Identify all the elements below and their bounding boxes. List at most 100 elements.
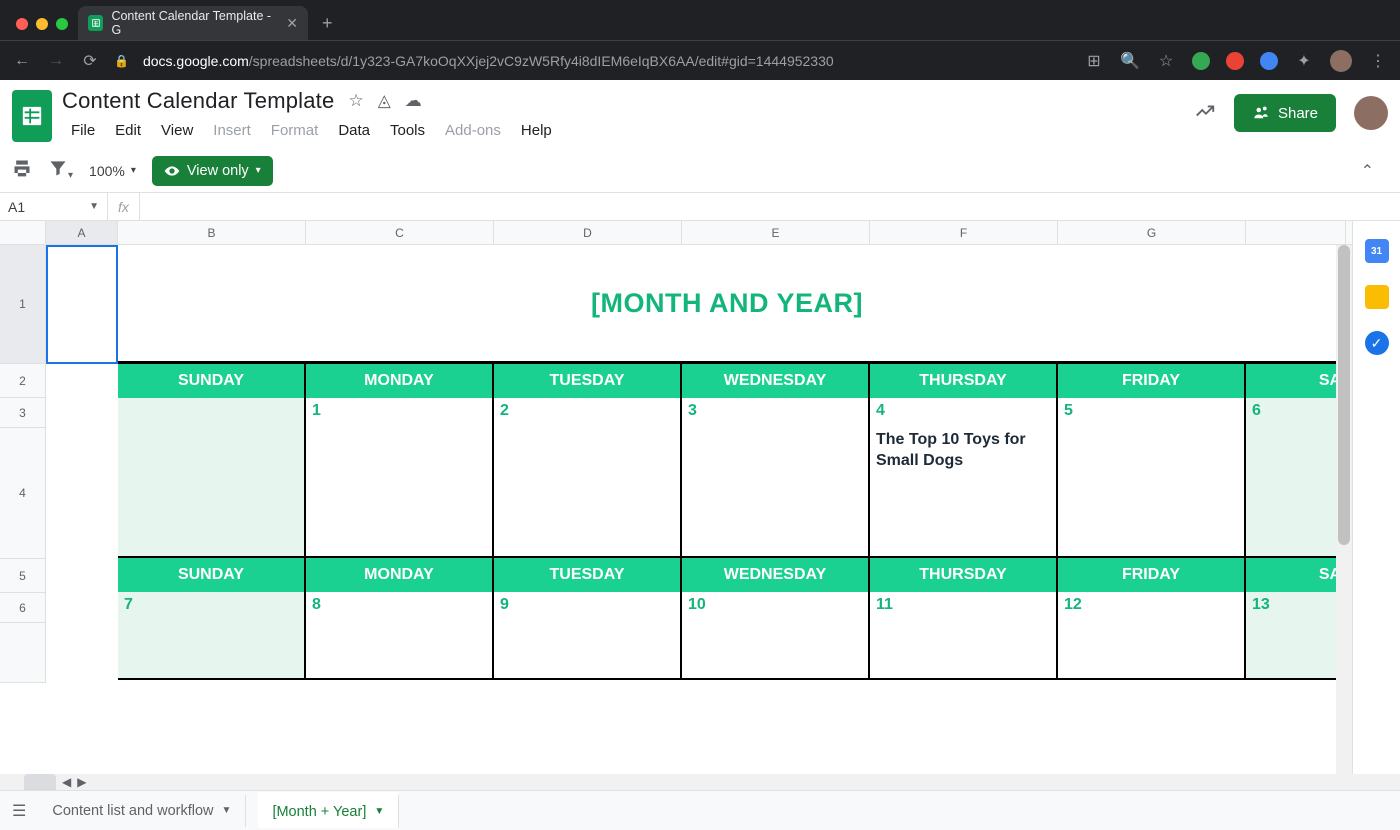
column-header[interactable]: D (494, 221, 682, 244)
date-content (306, 428, 492, 556)
calendar-date-cell[interactable]: 11 (870, 592, 1058, 680)
date-content (682, 428, 868, 556)
date-number: 9 (494, 592, 680, 622)
calendar-date-cell[interactable]: 2 (494, 398, 682, 558)
reload-icon[interactable]: ⟳ (80, 51, 100, 71)
date-content (682, 622, 868, 678)
row-header[interactable]: 1 (0, 245, 46, 364)
day-header[interactable]: WEDNESDAY (682, 364, 870, 398)
collapse-toolbar-icon[interactable]: ⌃ (1361, 161, 1374, 181)
menu-data[interactable]: Data (329, 118, 379, 143)
row-header[interactable]: 5 (0, 559, 46, 593)
view-only-button[interactable]: View only ▾ (152, 156, 273, 186)
zoom-icon[interactable]: 🔍 (1120, 51, 1140, 71)
row-header[interactable]: 4 (0, 428, 46, 559)
name-box[interactable]: A1 ▼ (0, 193, 108, 220)
account-avatar-icon[interactable] (1354, 96, 1388, 130)
menu-view[interactable]: View (152, 118, 202, 143)
sheet-tab-active[interactable]: [Month + Year] ▼ (258, 794, 399, 828)
calendar-date-cell[interactable]: 3 (682, 398, 870, 558)
calendar-date-cell[interactable]: 1 (306, 398, 494, 558)
extension-icon[interactable] (1226, 52, 1244, 70)
column-header[interactable]: B (118, 221, 306, 244)
calendar-date-cell[interactable]: 8 (306, 592, 494, 680)
forward-icon[interactable]: → (46, 52, 66, 70)
profile-avatar-icon[interactable] (1330, 50, 1352, 72)
extension-icon[interactable] (1260, 52, 1278, 70)
tab-close-icon[interactable]: ✕ (286, 15, 298, 32)
activity-icon[interactable] (1194, 100, 1216, 127)
browser-tab[interactable]: Content Calendar Template - G ✕ (78, 6, 308, 40)
day-header[interactable]: FRIDAY (1058, 558, 1246, 592)
day-header[interactable]: THURSDAY (870, 364, 1058, 398)
close-window-icon[interactable] (16, 18, 28, 30)
extensions-puzzle-icon[interactable]: ✦ (1294, 51, 1314, 71)
column-header[interactable]: A (46, 221, 118, 244)
sheets-logo-icon[interactable] (12, 90, 52, 142)
document-title[interactable]: Content Calendar Template (62, 88, 334, 114)
day-header[interactable]: SUNDAY (118, 364, 306, 398)
calendar-date-cell[interactable]: 5 (1058, 398, 1246, 558)
day-header[interactable]: TUESDAY (494, 558, 682, 592)
keep-app-icon[interactable] (1365, 285, 1389, 309)
menu-edit[interactable]: Edit (106, 118, 150, 143)
column-header[interactable]: E (682, 221, 870, 244)
calendar-date-cell[interactable] (118, 398, 306, 558)
day-header[interactable]: MONDAY (306, 558, 494, 592)
window-controls[interactable] (10, 18, 78, 40)
minimize-window-icon[interactable] (36, 18, 48, 30)
day-header[interactable]: WEDNESDAY (682, 558, 870, 592)
print-icon[interactable] (12, 158, 32, 183)
calendar-date-cell[interactable]: 7 (118, 592, 306, 680)
day-header[interactable]: FRIDAY (1058, 364, 1246, 398)
all-sheets-icon[interactable]: ☰ (12, 801, 26, 821)
back-icon[interactable]: ← (12, 52, 32, 70)
column-header[interactable] (1246, 221, 1346, 244)
address-bar[interactable]: docs.google.com/spreadsheets/d/1y323-GA7… (143, 53, 834, 69)
row-header[interactable]: 6 (0, 593, 46, 623)
maximize-window-icon[interactable] (56, 18, 68, 30)
calendar-date-cell[interactable]: 10 (682, 592, 870, 680)
menu-file[interactable]: File (62, 118, 104, 143)
chevron-down-icon: ▼ (222, 805, 232, 816)
column-header[interactable]: C (306, 221, 494, 244)
filter-icon[interactable]: ▾ (48, 158, 73, 183)
day-header[interactable]: MONDAY (306, 364, 494, 398)
sheet-tab[interactable]: Content list and workflow ▼ (38, 795, 246, 827)
calendar-app-icon[interactable]: 31 (1365, 239, 1389, 263)
column-header[interactable]: F (870, 221, 1058, 244)
explore-button[interactable] (24, 774, 56, 790)
browser-chrome: Content Calendar Template - G ✕ + ← → ⟳ … (0, 0, 1400, 80)
menu-help[interactable]: Help (512, 118, 561, 143)
calendar-date-cell[interactable]: 4The Top 10 Toys for Small Dogs (870, 398, 1058, 558)
share-button[interactable]: Share (1234, 94, 1336, 132)
extension-icon[interactable] (1192, 52, 1210, 70)
move-to-drive-icon[interactable]: ◬ (378, 91, 391, 111)
cloud-status-icon[interactable]: ☁ (405, 91, 422, 111)
day-header[interactable]: TUESDAY (494, 364, 682, 398)
spreadsheet-grid[interactable]: A B C D E F G 1 2 3 4 5 6 (0, 221, 1352, 774)
day-header[interactable]: SUNDAY (118, 558, 306, 592)
calendar-date-cell[interactable]: 9 (494, 592, 682, 680)
bookmark-star-icon[interactable]: ☆ (1156, 51, 1176, 71)
menu-tools[interactable]: Tools (381, 118, 434, 143)
zoom-dropdown[interactable]: 100% ▾ (89, 163, 136, 179)
tasks-app-icon[interactable]: ✓ (1365, 331, 1389, 355)
star-icon[interactable]: ☆ (348, 91, 363, 111)
row-header[interactable]: 2 (0, 364, 46, 398)
calendar-date-cell[interactable]: 12 (1058, 592, 1246, 680)
new-tab-button[interactable]: + (308, 13, 347, 40)
menu-format[interactable]: Format (262, 118, 328, 143)
day-header[interactable]: THURSDAY (870, 558, 1058, 592)
calendar-title-cell[interactable]: [MONTH AND YEAR] (118, 245, 1336, 364)
vertical-scrollbar[interactable] (1336, 245, 1352, 774)
menu-insert[interactable]: Insert (204, 118, 260, 143)
overflow-menu-icon[interactable]: ⋮ (1368, 51, 1388, 71)
horizontal-scrollbar[interactable]: ◀ ▶ (0, 774, 1400, 790)
row-header[interactable]: 3 (0, 398, 46, 428)
row-header[interactable] (0, 623, 46, 683)
select-all-corner[interactable] (0, 221, 46, 244)
menu-addons[interactable]: Add-ons (436, 118, 510, 143)
translate-icon[interactable]: ⊞ (1084, 51, 1104, 71)
column-header[interactable]: G (1058, 221, 1246, 244)
